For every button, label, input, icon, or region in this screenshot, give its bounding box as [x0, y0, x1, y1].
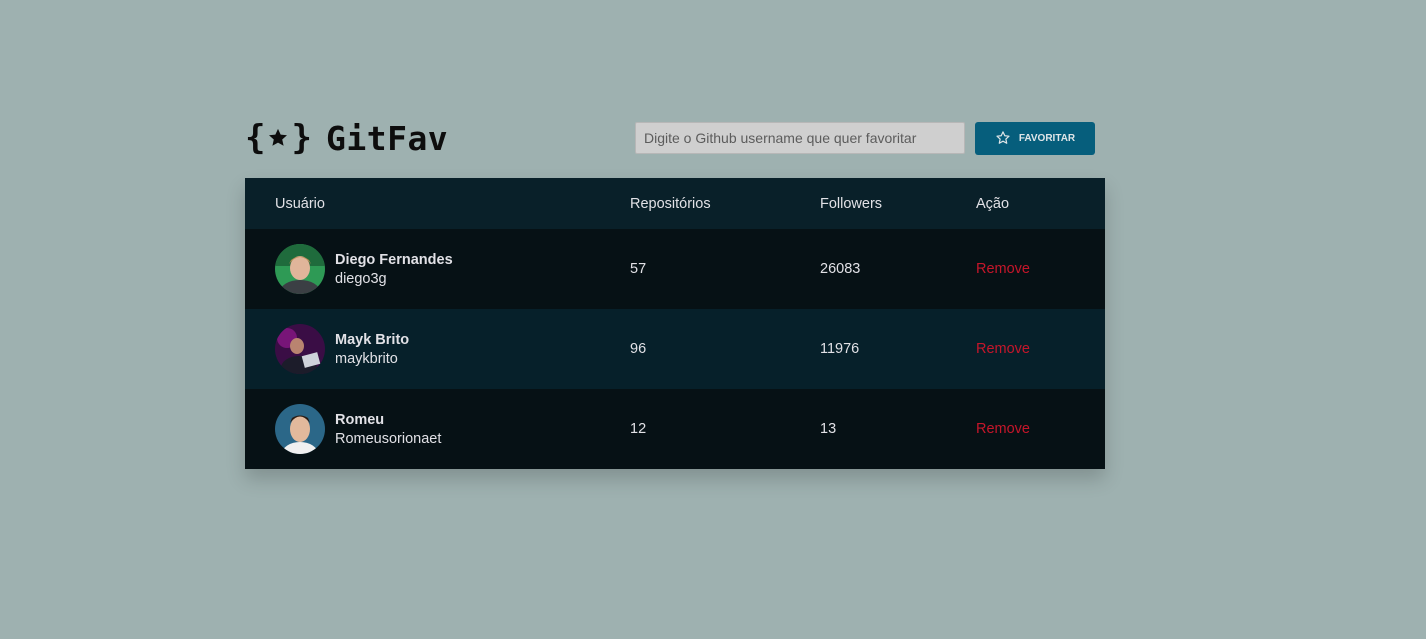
favorite-button-label: FAVORITAR	[1018, 132, 1076, 144]
avatar	[275, 324, 325, 374]
logo-star-braces-icon: { }	[245, 118, 312, 158]
user-cell: Romeu Romeusorionaet	[245, 389, 630, 469]
avatar	[275, 244, 325, 294]
user-cell: Mayk Brito maykbrito	[245, 309, 630, 389]
logo: { } GitFav	[245, 119, 448, 158]
star-outline-icon	[996, 131, 1010, 144]
app: { } GitFav FAVORITAR Usuário Repositório…	[245, 116, 1105, 469]
avatar	[275, 404, 325, 454]
search-bar: FAVORITAR	[635, 121, 1095, 155]
favorites-table: Usuário Repositórios Followers Ação Dieg…	[245, 178, 1105, 469]
column-header-action: Ação	[976, 195, 1010, 212]
followers-count: 26083	[820, 261, 861, 277]
logo-title: GitFav	[325, 118, 449, 158]
table-row: Diego Fernandes diego3g 57 26083 Remove	[245, 229, 1105, 309]
table-row: Mayk Brito maykbrito 96 11976 Remove	[245, 309, 1105, 389]
table-header: Usuário Repositórios Followers Ação	[245, 178, 1105, 229]
search-input[interactable]	[635, 122, 965, 154]
table-row: Romeu Romeusorionaet 12 13 Remove	[245, 389, 1105, 469]
remove-button[interactable]: Remove	[976, 261, 1030, 277]
header: { } GitFav FAVORITAR	[245, 116, 1105, 160]
column-header-user: Usuário	[275, 195, 325, 212]
user-name: Diego Fernandes	[335, 251, 453, 268]
followers-count: 13	[820, 421, 837, 437]
user-login: maykbrito	[335, 350, 398, 367]
user-cell: Diego Fernandes diego3g	[245, 229, 630, 309]
user-login: diego3g	[335, 270, 387, 287]
user-name: Mayk Brito	[335, 331, 410, 348]
repos-count: 96	[630, 341, 647, 357]
remove-button[interactable]: Remove	[976, 341, 1030, 357]
followers-count: 11976	[820, 341, 860, 357]
user-login: Romeusorionaet	[335, 430, 442, 447]
repos-count: 12	[630, 421, 647, 437]
column-header-followers: Followers	[820, 195, 883, 212]
repos-count: 57	[630, 261, 647, 277]
user-name: Romeu	[335, 411, 385, 428]
remove-button[interactable]: Remove	[976, 421, 1030, 437]
table-header-row: Usuário Repositórios Followers Ação	[245, 178, 1105, 229]
favorite-button[interactable]: FAVORITAR	[975, 121, 1095, 155]
column-header-repos: Repositórios	[630, 195, 711, 212]
